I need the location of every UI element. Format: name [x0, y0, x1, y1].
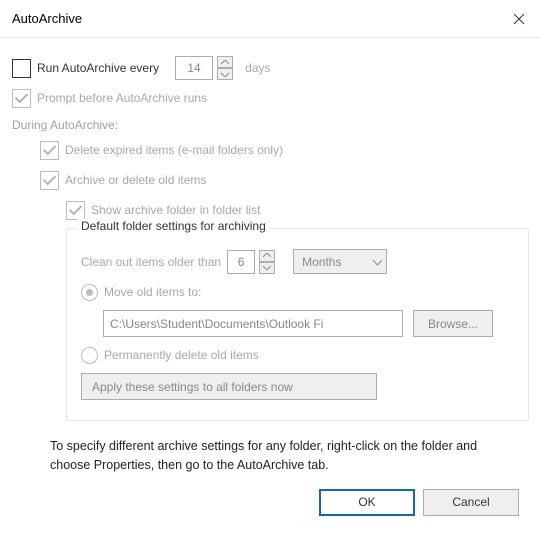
prompt-checkbox[interactable]	[12, 89, 31, 108]
dialog-button-row: OK Cancel	[12, 489, 529, 526]
chevron-up-icon	[263, 253, 271, 258]
footer-text: To specify different archive settings fo…	[50, 437, 519, 475]
run-autoarchive-label: Run AutoArchive every	[37, 56, 159, 80]
archive-delete-row: Archive or delete old items	[12, 168, 529, 192]
clean-out-stepper	[227, 250, 275, 274]
clean-out-label: Clean out items older than	[81, 250, 221, 274]
delete-expired-label: Delete expired items (e-mail folders onl…	[65, 138, 283, 162]
chevron-down-icon	[373, 250, 382, 274]
group-caption: Default folder settings for archiving	[77, 219, 270, 233]
apply-all-button[interactable]: Apply these settings to all folders now	[81, 373, 377, 400]
clean-out-input[interactable]	[227, 250, 255, 274]
move-path-row: Browse...	[81, 310, 514, 337]
chevron-up-icon	[221, 60, 229, 65]
run-autoarchive-row: Run AutoArchive every days	[12, 56, 529, 80]
prompt-row: Prompt before AutoArchive runs	[12, 86, 529, 110]
close-button[interactable]	[497, 0, 541, 38]
perm-delete-radio[interactable]	[81, 347, 98, 364]
browse-button[interactable]: Browse...	[413, 310, 493, 337]
perm-delete-row: Permanently delete old items	[81, 343, 514, 367]
cancel-button[interactable]: Cancel	[423, 489, 519, 516]
clean-out-down[interactable]	[259, 262, 275, 274]
default-settings-group: Default folder settings for archiving Cl…	[66, 228, 529, 421]
move-path-input[interactable]	[103, 310, 403, 337]
during-heading: During AutoArchive:	[12, 118, 529, 132]
show-folder-checkbox[interactable]	[66, 201, 85, 220]
chevron-down-icon	[263, 265, 271, 270]
delete-expired-checkbox[interactable]	[40, 141, 59, 160]
delete-expired-row: Delete expired items (e-mail folders onl…	[12, 138, 529, 162]
move-items-label: Move old items to:	[104, 280, 201, 304]
clean-out-unit-value: Months	[302, 250, 341, 274]
dialog-content: Run AutoArchive every days Prompt before…	[0, 38, 541, 536]
chevron-down-icon	[221, 72, 229, 77]
clean-out-up[interactable]	[259, 250, 275, 262]
clean-out-row: Clean out items older than Months	[81, 249, 514, 274]
archive-delete-checkbox[interactable]	[40, 171, 59, 190]
run-autoarchive-checkbox[interactable]	[12, 59, 31, 78]
clean-out-unit-select[interactable]: Months	[293, 249, 387, 274]
archive-delete-label: Archive or delete old items	[65, 168, 206, 192]
titlebar: AutoArchive	[0, 0, 541, 38]
days-input[interactable]	[175, 56, 213, 80]
prompt-label: Prompt before AutoArchive runs	[37, 86, 207, 110]
days-unit-label: days	[245, 56, 270, 80]
days-down[interactable]	[217, 68, 233, 80]
apply-all-row: Apply these settings to all folders now	[81, 373, 514, 400]
perm-delete-label: Permanently delete old items	[104, 343, 259, 367]
move-items-row: Move old items to:	[81, 280, 514, 304]
close-icon	[513, 13, 525, 25]
move-items-radio[interactable]	[81, 284, 98, 301]
days-up[interactable]	[217, 56, 233, 68]
days-stepper	[175, 56, 233, 80]
ok-button[interactable]: OK	[319, 489, 415, 516]
window-title: AutoArchive	[12, 11, 497, 26]
